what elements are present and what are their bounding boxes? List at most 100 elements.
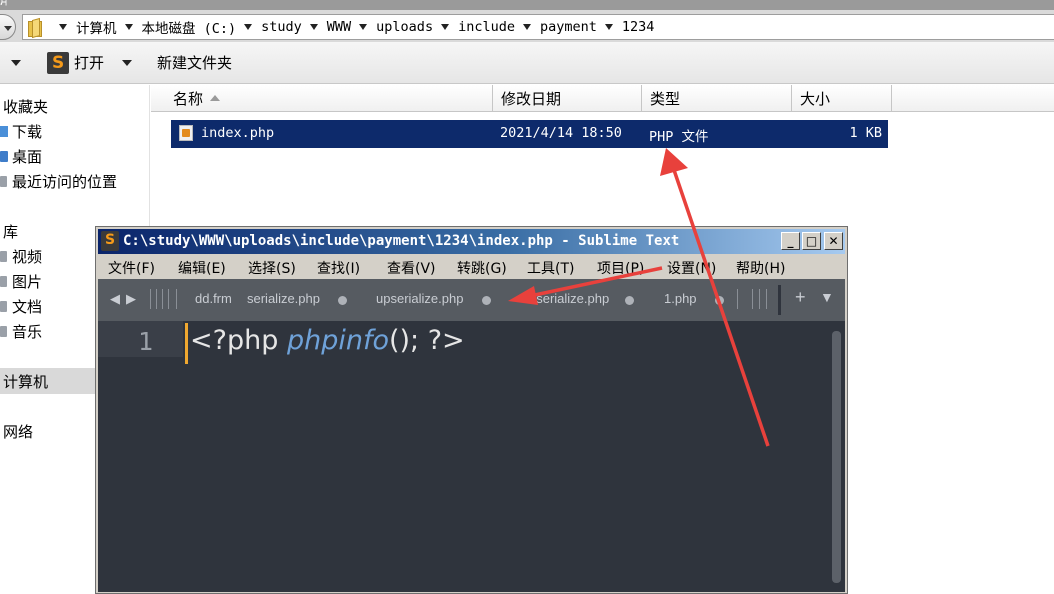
chevron-down-icon [4, 26, 12, 31]
tab-1-php[interactable]: 1.php [664, 291, 697, 306]
close-button[interactable]: ✕ [824, 232, 843, 250]
nav-videos-label: 视频 [12, 247, 43, 266]
address-row: 计算机 本地磁盘 (C:) study WWW uploads include … [0, 10, 1054, 42]
chevron-down-icon[interactable] [59, 24, 67, 30]
open-dropdown-icon[interactable] [122, 59, 133, 66]
recent-places-icon [0, 174, 10, 188]
sublime-title-bar[interactable]: S C:\study\WWW\uploads\include\payment\1… [98, 229, 845, 254]
chevron-down-icon[interactable] [441, 24, 450, 30]
breadcrumb-uploads[interactable]: uploads [376, 19, 433, 35]
tab-serialize-php[interactable]: serialize.php [247, 291, 320, 306]
chevron-down-icon[interactable] [244, 24, 253, 30]
file-size: 1 KB [849, 125, 882, 141]
tab-list-dropdown-icon[interactable]: ▼ [820, 289, 834, 305]
breadcrumb-payment[interactable]: payment [540, 19, 597, 35]
maximize-button[interactable]: □ [802, 232, 821, 250]
breadcrumb-www[interactable]: WWW [327, 19, 351, 35]
sublime-menu-bar: 文件(F) 编辑(E) 选择(S) 查找(I) 查看(V) 转跳(G) 工具(T… [98, 254, 845, 279]
new-tab-plus-icon[interactable]: + [795, 287, 806, 308]
menu-selection[interactable]: 选择(S) [248, 258, 296, 278]
menu-project[interactable]: 项目(P) [597, 258, 644, 278]
sublime-text-icon: S [47, 51, 69, 74]
tab-dirty-dot-icon[interactable] [715, 296, 724, 305]
back-forward-button[interactable] [0, 14, 16, 40]
address-bar[interactable]: 计算机 本地磁盘 (C:) study WWW uploads include … [22, 14, 1054, 40]
breadcrumb-1234[interactable]: 1234 [622, 19, 655, 35]
menu-goto[interactable]: 转跳(G) [457, 258, 507, 278]
minimize-icon: _ [787, 234, 794, 248]
document-library-icon [0, 299, 10, 313]
nav-libraries[interactable]: 库 [3, 219, 18, 243]
nav-favorites[interactable]: 收藏夹 [3, 94, 48, 118]
tab-dirty-dot-icon[interactable] [482, 296, 491, 305]
picture-library-icon [0, 274, 10, 288]
tab-scroll-right-icon[interactable]: ▶ [126, 291, 136, 307]
desktop-icon [0, 149, 10, 163]
sublime-tab-bar: ◀ ▶ dd.frm serialize.php upserialize.php… [98, 279, 845, 321]
tab-dd-frm[interactable]: dd.frm [195, 291, 233, 306]
chevron-down-icon[interactable] [604, 24, 613, 30]
menu-edit[interactable]: 编辑(E) [178, 258, 226, 278]
line-number: 1 [138, 327, 154, 356]
code-editor[interactable]: 1 <?php phpinfo(); ?> [98, 321, 845, 592]
chevron-down-icon[interactable] [522, 24, 531, 30]
open-button[interactable]: S 打开 [47, 51, 105, 74]
nav-computer-label: 计算机 [3, 372, 49, 391]
sublime-window: S C:\study\WWW\uploads\include\payment\1… [95, 226, 848, 594]
menu-help[interactable]: 帮助(H) [736, 258, 785, 278]
tab-divider [737, 289, 738, 309]
nav-favorites-label: 收藏夹 [3, 97, 49, 116]
tab-divider [156, 289, 157, 309]
nav-videos[interactable]: 视频 [0, 244, 42, 268]
chevron-down-icon[interactable] [124, 24, 133, 30]
nav-documents[interactable]: 文档 [0, 294, 42, 318]
download-icon [0, 124, 10, 138]
nav-downloads[interactable]: 下载 [0, 119, 42, 143]
column-header-filler [892, 85, 1054, 112]
open-label: 打开 [74, 54, 105, 72]
new-folder-button[interactable]: 新建文件夹 [157, 52, 232, 73]
explorer-title-strip: ਮ [0, 0, 1054, 10]
file-name: index.php [201, 125, 275, 141]
breadcrumb-study[interactable]: study [261, 19, 302, 35]
menu-find[interactable]: 查找(I) [317, 258, 360, 278]
organize-dropdown-icon[interactable] [11, 59, 21, 66]
nav-pictures-label: 图片 [12, 272, 43, 291]
close-icon: ✕ [828, 234, 839, 248]
nav-music[interactable]: 音乐 [0, 319, 42, 343]
nav-computer[interactable]: 计算机 [3, 369, 48, 393]
explorer-toolbar: S 打开 新建文件夹 [0, 42, 1054, 84]
column-header-size[interactable]: 大小 [792, 85, 892, 112]
tab-dirty-dot-icon[interactable] [625, 296, 634, 305]
nav-network[interactable]: 网络 [3, 419, 33, 443]
menu-view[interactable]: 查看(V) [387, 258, 436, 278]
menu-tools[interactable]: 工具(T) [527, 258, 574, 278]
column-size-label: 大小 [800, 89, 831, 108]
text-cursor [185, 323, 188, 364]
column-header-modified[interactable]: 修改日期 [493, 85, 642, 112]
column-header-name[interactable]: 名称 [151, 85, 493, 112]
chevron-down-icon[interactable] [359, 24, 368, 30]
tab-divider [162, 289, 163, 309]
tab-dirty-dot-icon[interactable] [338, 296, 347, 305]
chevron-down-icon[interactable] [309, 24, 318, 30]
menu-preferences[interactable]: 设置(N) [667, 258, 716, 278]
vertical-scrollbar[interactable] [832, 331, 841, 583]
breadcrumb-drive-c[interactable]: 本地磁盘 (C:) [142, 17, 237, 37]
minimize-button[interactable]: _ [781, 232, 800, 250]
breadcrumb-computer[interactable]: 计算机 [76, 17, 117, 37]
menu-file[interactable]: 文件(F) [108, 258, 155, 278]
file-modified: 2021/4/14 18:50 [500, 125, 622, 141]
nav-desktop[interactable]: 桌面 [0, 144, 42, 168]
code-line-1[interactable]: <?php phpinfo(); ?> [190, 325, 465, 356]
nav-pictures[interactable]: 图片 [0, 269, 42, 293]
tab-nserialize-php[interactable]: nserialize.php [529, 291, 615, 306]
column-header-type[interactable]: 类型 [642, 85, 792, 112]
nav-recent-places[interactable]: 最近访问的位置 [0, 169, 117, 193]
tab-scroll-left-icon[interactable]: ◀ [110, 291, 120, 307]
column-type-label: 类型 [650, 89, 681, 108]
breadcrumb-include[interactable]: include [458, 19, 515, 35]
sublime-text-icon: S [101, 231, 119, 251]
file-row-index-php[interactable]: index.php 2021/4/14 18:50 PHP 文件 1 KB [171, 120, 888, 148]
tab-upserialize-php[interactable]: upserialize.php [376, 291, 463, 306]
